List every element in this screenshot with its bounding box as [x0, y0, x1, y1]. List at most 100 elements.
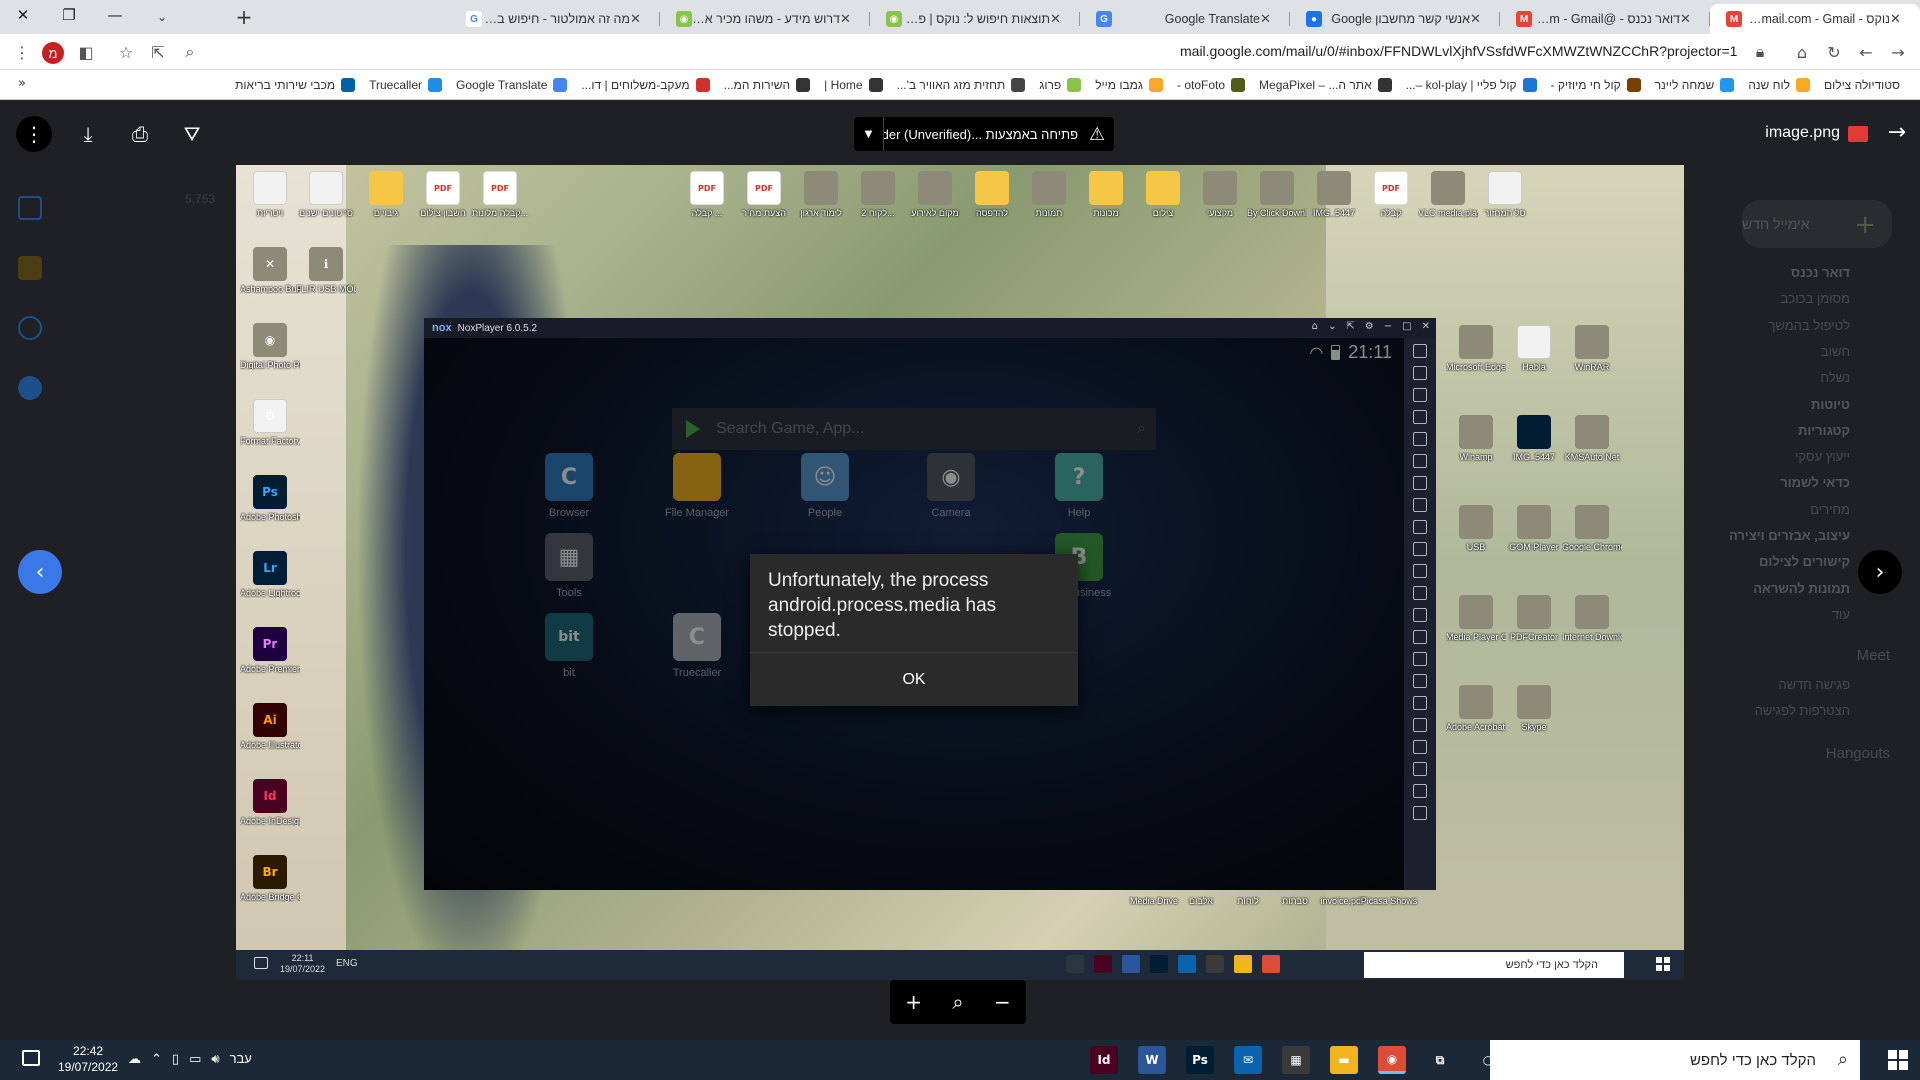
word-icon[interactable]: W: [1138, 1046, 1166, 1074]
bookmark-item[interactable]: מכבי שירותי בריאות: [235, 78, 356, 92]
desktop-icon[interactable]: ✕ Ashampoo Burning ...: [240, 247, 300, 294]
tab-close-icon[interactable]: ✕: [1050, 12, 1066, 27]
desktop-icon[interactable]: WinRAR: [1562, 325, 1622, 372]
inner-taskbar-app-icon[interactable]: [1234, 955, 1252, 973]
nox-tool-icon[interactable]: [1413, 762, 1427, 776]
desktop-icon[interactable]: Ps Adobe Photosho...: [240, 475, 300, 522]
gmail-label-item[interactable]: עיצוב, אבזרים ויצירה: [1729, 528, 1850, 543]
desktop-icon[interactable]: PDFCreator: [1504, 595, 1564, 642]
browser-tab[interactable]: Mנוקס - richa@gmail.com - Gmail✕: [1710, 4, 1920, 34]
tab-close-icon[interactable]: ✕: [1890, 12, 1906, 27]
bookmarks-overflow-button[interactable]: »: [18, 76, 26, 91]
home-icon[interactable]: ⌂: [1790, 40, 1814, 64]
zoom-icon[interactable]: ⌕: [178, 40, 202, 64]
viewer-menu-icon[interactable]: ⋮: [16, 116, 52, 152]
nox-tool-icon[interactable]: [1413, 476, 1427, 490]
desktop-icon[interactable]: תמונות: [1019, 171, 1079, 218]
nox-tool-icon[interactable]: [1413, 388, 1427, 402]
desktop-icon[interactable]: PDF חשבון צילום: [413, 171, 473, 218]
nox-tool-icon[interactable]: [1413, 498, 1427, 512]
compose-button[interactable]: + אימייל חדש: [1742, 200, 1892, 248]
inner-taskbar-app-icon[interactable]: [1206, 955, 1224, 973]
bookmark-item[interactable]: לוח שנה: [1748, 78, 1810, 92]
bookmark-item[interactable]: שמחה ליינר: [1655, 78, 1735, 92]
desktop-icon[interactable]: KMSAuto Net: [1562, 415, 1622, 462]
nox-tool-icon[interactable]: [1413, 344, 1427, 358]
desktop-icon[interactable]: Adobe Acrobat DC: [1446, 685, 1506, 732]
close-viewer-arrow-icon[interactable]: →: [1888, 120, 1906, 145]
tab-close-icon[interactable]: ✕: [1470, 12, 1486, 27]
desktop-icon[interactable]: PDF קבלה: [1361, 171, 1421, 218]
close-window-icon[interactable]: ✕: [0, 0, 46, 30]
inner-taskbar-app-icon[interactable]: [1066, 955, 1084, 973]
volume-icon[interactable]: 🔊︎: [211, 1051, 219, 1067]
desktop-icon[interactable]: IMG_5447: [1304, 171, 1364, 218]
desktop-icon[interactable]: לימוד ארגון: [791, 171, 851, 218]
nox-tool-icon[interactable]: [1413, 718, 1427, 732]
nox-tool-icon[interactable]: [1413, 740, 1427, 754]
gmail-label-item[interactable]: קטגוריות: [1798, 423, 1850, 438]
nox-tool-icon[interactable]: [1413, 366, 1427, 380]
tab-close-icon[interactable]: ✕: [630, 12, 646, 27]
nox-tool-icon[interactable]: [1413, 674, 1427, 688]
lock-icon[interactable]: 🔒︎: [1748, 40, 1772, 64]
desktop-icon[interactable]: IMG_5447: [1504, 415, 1564, 462]
nox-settings-icon[interactable]: ⚙: [1365, 321, 1374, 332]
bookmark-item[interactable]: מעקב-משלוחים | דו...: [581, 78, 710, 92]
bookmark-star-icon[interactable]: ☆: [114, 40, 138, 64]
desktop-icon[interactable]: Winamp: [1446, 415, 1506, 462]
gmail-label-item[interactable]: טיוטות: [1811, 397, 1850, 412]
bookmark-item[interactable]: קול פליי | kol-play –...: [1406, 78, 1537, 92]
bookmark-item[interactable]: אתר ה... – MegaPixel: [1259, 78, 1392, 92]
gmail-label-item[interactable]: עוד: [1832, 607, 1850, 622]
taskbar-language[interactable]: עבר: [230, 1051, 252, 1067]
meet-new-meeting[interactable]: פגישה חדשה: [1778, 677, 1850, 692]
inner-taskbar-app-icon[interactable]: [1094, 955, 1112, 973]
indesign-icon[interactable]: Id: [1090, 1046, 1118, 1074]
browser-tab[interactable]: ● אנשי קשר מחשבון Google ✕: [1290, 4, 1500, 34]
desktop-icon[interactable]: VLC media player: [1418, 171, 1478, 218]
bookmark-item[interactable]: otoFoto -: [1177, 78, 1246, 92]
forward-icon[interactable]: ←: [1854, 40, 1878, 64]
desktop-icon[interactable]: GOM Player: [1504, 505, 1564, 552]
gmail-label-item[interactable]: לטיפול בהמשך: [1768, 318, 1850, 333]
desktop-icon[interactable]: Ai Adobe Illustrator ...: [240, 703, 300, 750]
add-to-drive-icon[interactable]: ⛛: [174, 116, 210, 152]
browser-tab[interactable]: ◉תוצאות חיפוש ל: נוקס | פרוג - דף✕: [870, 4, 1080, 34]
share-icon[interactable]: ⇱: [146, 40, 170, 64]
desktop-icon[interactable]: ◉ Digital Photo Profession...: [240, 323, 300, 370]
desktop-icon[interactable]: צילום: [1133, 171, 1193, 218]
bookmark-item[interactable]: תחזית מזג האוויר ב'...: [897, 78, 1026, 92]
bookmark-item[interactable]: גמבו מייל: [1095, 78, 1163, 92]
bookmark-item[interactable]: השירות המ...: [724, 78, 811, 92]
task-view-icon[interactable]: ⧉: [1426, 1046, 1454, 1074]
tab-close-icon[interactable]: ✕: [1260, 12, 1276, 27]
profile-avatar[interactable]: מ: [42, 42, 64, 64]
desktop-icon[interactable]: Internet Download...: [1562, 595, 1622, 642]
print-icon[interactable]: ⎙: [122, 116, 158, 152]
desktop-icon[interactable]: ⚙ Format Factory: [240, 399, 300, 446]
browser-tab[interactable]: Gמה זה אמולטור - חיפוש ב-Google✕: [450, 4, 660, 34]
windows-start-icon[interactable]: [1888, 1050, 1908, 1070]
inner-taskbar-app-icon[interactable]: [1178, 955, 1196, 973]
desktop-icon[interactable]: מכונות: [1076, 171, 1136, 218]
meet-join-meeting[interactable]: הצטרפות לפגישה: [1755, 703, 1850, 718]
gmail-label-item[interactable]: נשלח: [1821, 370, 1850, 385]
back-icon[interactable]: →: [1886, 40, 1910, 64]
keep-icon[interactable]: [18, 256, 42, 280]
gmail-label-item[interactable]: דואר נכנס: [1791, 265, 1850, 280]
nox-tool-icon[interactable]: [1413, 542, 1427, 556]
bookmark-item[interactable]: Home |: [824, 78, 883, 92]
tray-device-icon[interactable]: ▯: [172, 1051, 179, 1067]
desktop-icon[interactable]: By Click Downloader: [1247, 171, 1307, 218]
desktop-icon[interactable]: ℹ FLIR USB MODEM: [296, 247, 356, 294]
desktop-icon[interactable]: Lr Adobe Lightroom: [240, 551, 300, 598]
browser-tab[interactable]: ◉דרוש מידע - משהו מכיר את התו✕: [660, 4, 870, 34]
desktop-icon[interactable]: Google Chrome: [1562, 505, 1622, 552]
open-with-button[interactable]: ⚠ פתיחה באמצעות ...older (Unverified) ▼: [854, 117, 1114, 151]
explorer-icon[interactable]: ▬: [1330, 1046, 1358, 1074]
nox-tool-icon[interactable]: [1413, 608, 1427, 622]
nox-tool-icon[interactable]: [1413, 806, 1427, 820]
nox-tool-icon[interactable]: [1413, 432, 1427, 446]
taskbar-search-box[interactable]: ⌕ הקלד כאן כדי לחפש: [1490, 1040, 1860, 1080]
